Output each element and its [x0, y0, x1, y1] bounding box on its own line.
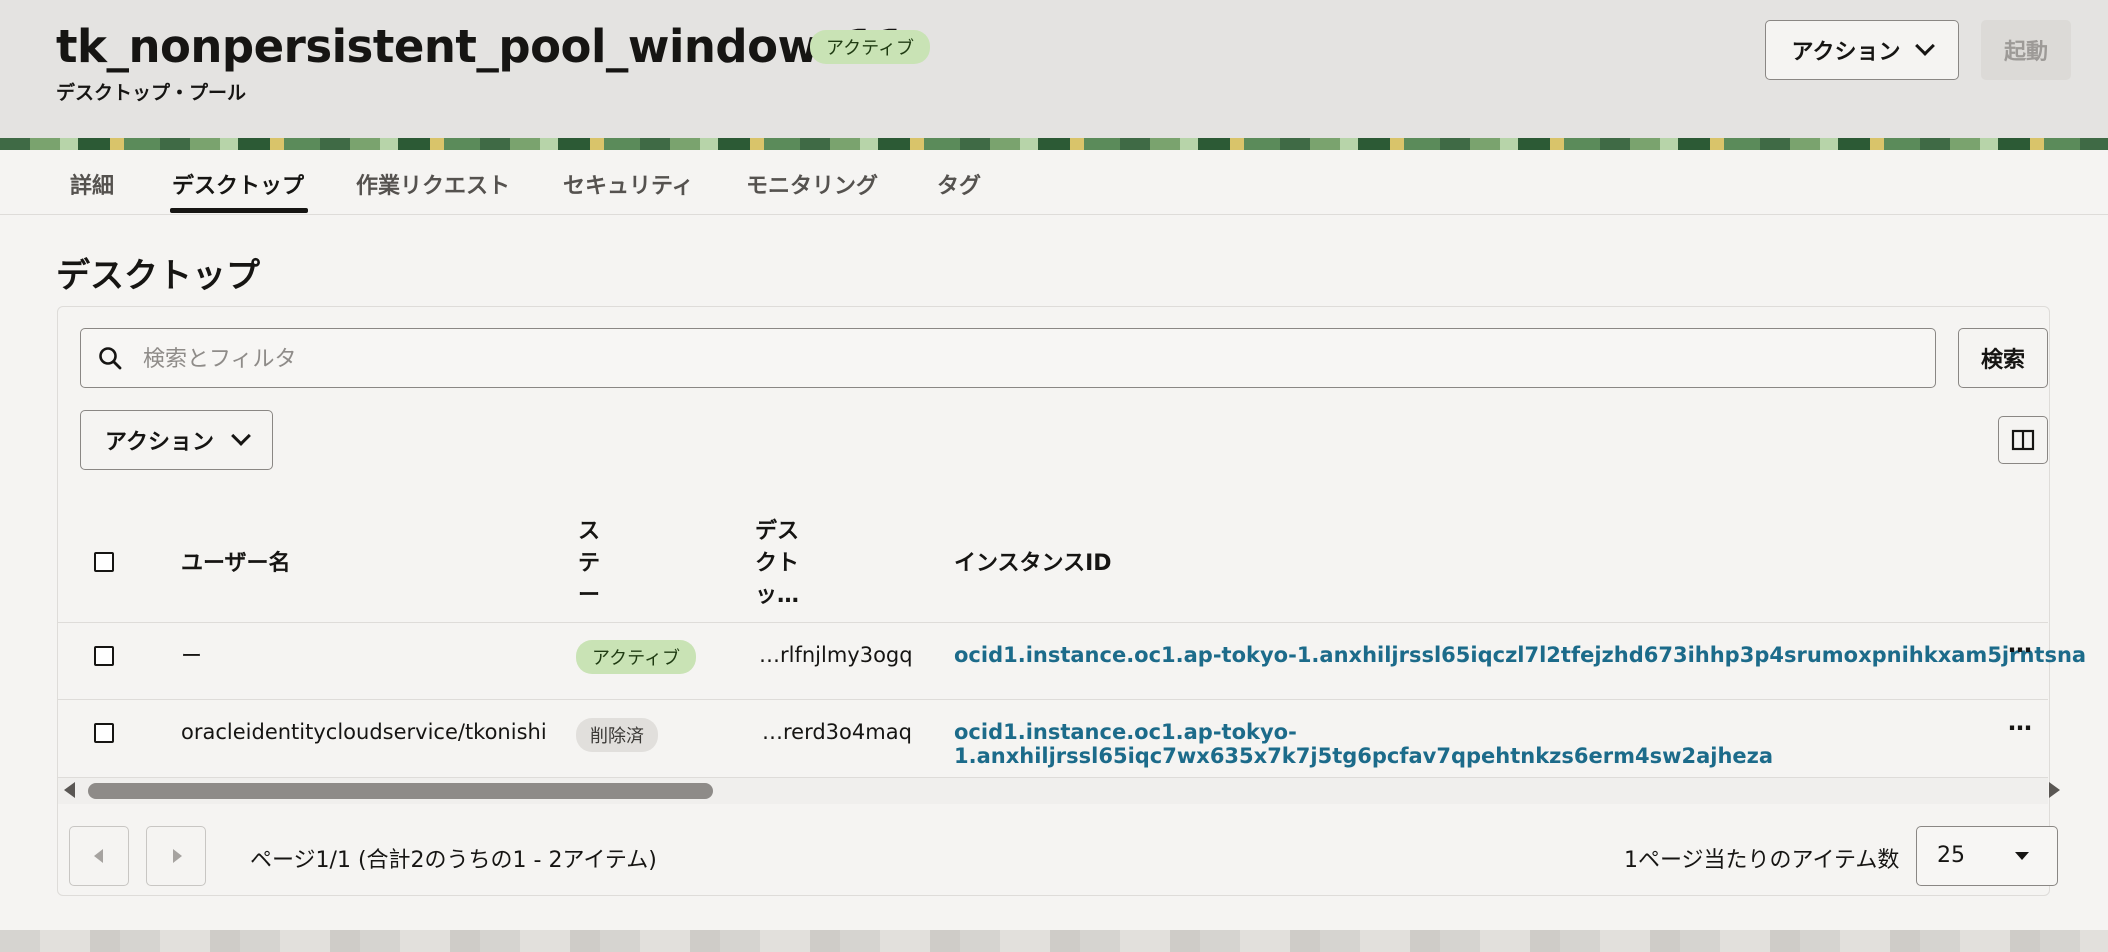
search-field[interactable] — [80, 328, 1936, 389]
page-title: tk_nonpersistent_pool_windows11 — [56, 20, 907, 73]
prev-page-icon — [94, 849, 103, 863]
caret-down-icon — [2015, 852, 2029, 860]
row-instance-link[interactable]: ocid1.instance.oc1.ap-tokyo-1.anxhiljrss… — [954, 720, 2108, 768]
tab-tags[interactable]: タグ — [937, 168, 981, 200]
next-page-button[interactable] — [146, 826, 206, 886]
per-page-label: 1ページ当たりのアイテム数 — [1624, 848, 1900, 873]
row-desktop-id: …rlfnjlmy3ogq — [759, 643, 913, 667]
scrollbar-thumb[interactable] — [88, 783, 713, 799]
chevron-down-icon — [1915, 36, 1936, 56]
tab-bar: 詳細 デスクトップ 作業リクエスト セキュリティ モニタリング タグ — [0, 150, 2108, 215]
row-status-badge: 削除済 — [576, 718, 658, 752]
header-actions-button[interactable]: アクション — [1765, 20, 1959, 80]
row-username: oracleidentitycloudservice/tkonishi — [181, 720, 547, 744]
search-icon — [99, 347, 122, 370]
row-checkbox[interactable] — [94, 646, 114, 666]
search-input[interactable] — [141, 329, 1925, 389]
select-all-checkbox[interactable] — [94, 552, 114, 572]
row-desktop-id: …rerd3o4maq — [762, 720, 912, 744]
header-actions-label: アクション — [1791, 40, 1901, 65]
pagination-summary: ページ1/1 (合計2のうちの1 - 2アイテム) — [250, 848, 657, 873]
columns-button[interactable] — [1998, 416, 2048, 464]
tab-desktops[interactable]: デスクトップ — [172, 168, 304, 200]
section-title: デスクトップ — [56, 256, 260, 296]
scroll-right-arrow-icon[interactable] — [2049, 782, 2060, 798]
per-page-value: 25 — [1937, 843, 1965, 868]
row-status-badge: アクティブ — [576, 640, 697, 674]
columns-icon — [2011, 429, 2035, 451]
table-actions-label: アクション — [105, 430, 214, 455]
row-instance-link[interactable]: ocid1.instance.oc1.ap-tokyo-1.anxhiljrss… — [954, 643, 2086, 667]
more-actions-icon[interactable]: ⋯ — [2008, 636, 2033, 664]
tab-monitoring[interactable]: モニタリング — [746, 168, 878, 200]
column-header-desktop[interactable]: デスクトッ… — [755, 516, 805, 612]
active-tab-indicator — [170, 208, 308, 213]
more-actions-icon[interactable]: ⋯ — [2008, 714, 2033, 742]
row-username: ー — [181, 644, 202, 668]
decorative-banner — [0, 138, 2108, 150]
table-divider — [58, 699, 2048, 700]
desktops-panel — [57, 306, 2050, 896]
page-subtitle: デスクトップ・プール — [56, 82, 247, 104]
decorative-footer — [0, 930, 2108, 952]
per-page-select[interactable]: 25 — [1916, 826, 2058, 886]
chevron-down-icon — [231, 426, 251, 446]
column-header-instance-id[interactable]: インスタンスID — [954, 548, 1112, 580]
column-header-state[interactable]: ステー — [578, 516, 602, 612]
next-page-icon — [173, 849, 182, 863]
table-divider — [58, 622, 2048, 623]
table-actions-button[interactable]: アクション — [80, 410, 273, 470]
launch-button[interactable]: 起動 — [1981, 20, 2071, 80]
row-checkbox[interactable] — [94, 723, 114, 743]
tab-details[interactable]: 詳細 — [70, 168, 114, 200]
page-header: tk_nonpersistent_pool_windows11 アクティブ デス… — [0, 0, 2108, 138]
status-badge: アクティブ — [810, 30, 931, 64]
column-header-username[interactable]: ユーザー名 — [181, 548, 291, 580]
tab-security[interactable]: セキュリティ — [563, 168, 694, 200]
search-button[interactable]: 検索 — [1958, 328, 2048, 388]
prev-page-button[interactable] — [69, 826, 129, 886]
scroll-left-arrow-icon[interactable] — [64, 782, 75, 798]
tab-work-requests[interactable]: 作業リクエスト — [356, 168, 510, 200]
